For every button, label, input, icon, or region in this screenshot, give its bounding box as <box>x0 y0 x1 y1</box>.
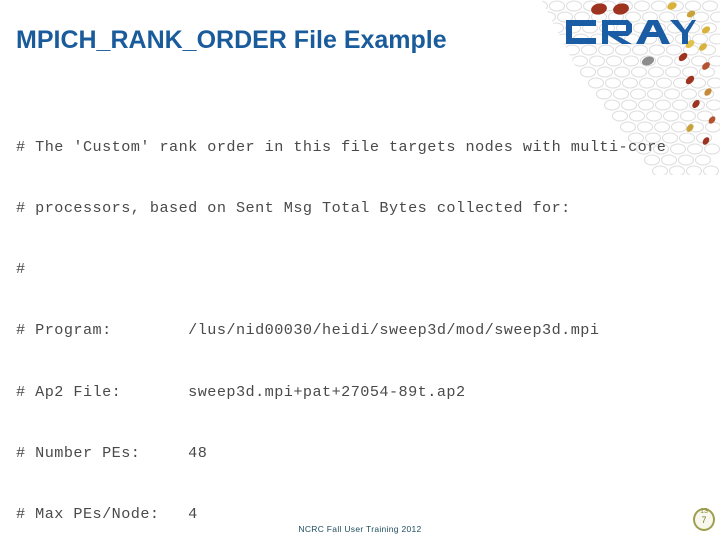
code-line: # processors, based on Sent Msg Total By… <box>16 199 571 218</box>
code-line: # Ap2 File: sweep3d.mpi+pat+27054-89t.ap… <box>16 382 466 401</box>
code-line: # Number PEs: 48 <box>16 443 208 462</box>
code-line: # Max PEs/Node: 4 <box>16 505 198 524</box>
page-number-value: 7 <box>701 514 707 525</box>
page-title: MPICH_RANK_ORDER File Example <box>16 26 447 54</box>
cray-logo <box>566 12 696 52</box>
code-line: # Program: /lus/nid00030/heidi/sweep3d/m… <box>16 321 600 340</box>
slide-canvas: MPICH_RANK_ORDER File Example # The 'Cus… <box>0 0 720 540</box>
page-number-badge: 13 7 <box>693 508 715 531</box>
footer-text: NCRC Fall User Training 2012 <box>298 524 422 534</box>
code-line: # <box>16 260 26 279</box>
file-listing-body: # The 'Custom' rank order in this file t… <box>16 96 716 540</box>
code-line: # The 'Custom' rank order in this file t… <box>16 137 667 156</box>
